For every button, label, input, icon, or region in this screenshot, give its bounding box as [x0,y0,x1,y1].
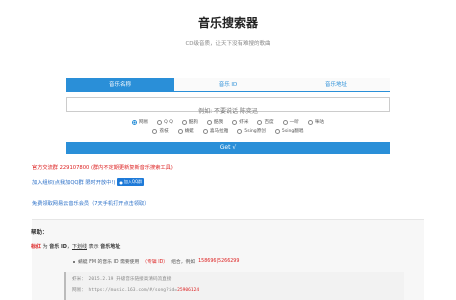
page-title: 音乐搜索器 [197,16,258,30]
search-type-tabs: 音乐名称 音乐 ID 音乐地址 [66,78,390,92]
source-radio-5sing-original[interactable]: 5sing原创 [237,128,266,134]
radio-dot-icon [307,119,313,125]
legend-addr: 音乐地址 [100,244,121,250]
legend-underline-label: 下划线 [71,244,87,250]
radio-dot-icon [207,119,213,125]
code-line-1: 虾米： 2015.2.19 升级音乐链接高清码流直接 [72,277,172,282]
qq-group-line: 加入组织(点我加QQ群 限时开放中!) ● 加入QQ群 [32,178,145,186]
source-radio-migu[interactable]: 咪咕 [307,119,324,125]
source-radio-xiami[interactable]: 虾米 [232,119,248,125]
example-code-block: 虾米： 2015.2.19 升级音乐链接高清码流直接 网易： https://m… [64,272,404,300]
radio-dot-icon [131,119,137,125]
qq-group-button[interactable]: ● 加入QQ群 [117,178,145,186]
radio-dot-icon [177,128,183,134]
bullet-text: 组合，例如 [171,260,196,265]
source-radio-kuwo[interactable]: 酷我 [207,119,223,125]
qq-group-link[interactable]: 加入组织(点我加QQ群 限时开放中!) [32,179,115,186]
source-radio-qingting[interactable]: 蜻蜓 [177,128,194,134]
radio-dot-icon [202,128,208,134]
code-url-id: 25906124 [177,288,200,293]
source-radio-1ting[interactable]: 一听 [282,119,299,125]
tab-music-id[interactable]: 音乐 ID [174,78,282,91]
help-title: 帮助： [31,230,48,236]
page-subtitle: CD级音质，让天下没有难搜的歌曲 [185,41,271,47]
tab-music-url[interactable]: 音乐地址 [282,78,390,91]
search-box [66,97,390,118]
radio-dot-icon [257,119,263,125]
legend-id: 音乐 ID [49,244,67,250]
source-radio-group: 网易 Q Q 酷狗 酷我 虾米 百度 一听 咪咕 荔枝 蜻蜓 喜马拉雅 5sin… [66,118,390,136]
source-radio-qq[interactable]: Q Q [157,119,173,125]
radio-dot-icon [237,128,243,134]
legend-text: 为 [41,244,50,250]
radio-dot-icon [152,128,158,134]
source-row-2: 荔枝 蜻蜓 喜马拉雅 5sing原创 5sing翻唱 [66,127,390,135]
help-legend: 标红 为 音乐 ID，下划线 表示 音乐地址 [31,243,120,250]
code-url-prefix: 网易： https://music.163.com/#/song?id= [72,288,178,293]
bullet-red-example: 158696|5266299 [198,259,240,264]
search-input[interactable] [67,105,389,118]
radio-dot-icon [232,119,238,125]
source-radio-netease[interactable]: 网易 [131,119,148,125]
source-row-1: 网易 Q Q 酷狗 酷我 虾米 百度 一听 咪咕 [66,118,390,126]
code-line-2: 网易： https://music.163.com/#/song?id=2590… [72,283,404,294]
source-radio-ximalaya[interactable]: 喜马拉雅 [202,128,228,134]
bullet-text: 蜻蜓 FM 的音乐 ID 需要使用 [78,260,140,265]
radio-dot-icon [157,119,163,125]
vip-link[interactable]: 免费领取网易云音乐会员（7天手机打开点击领取） [32,200,149,207]
bullet-red-text: （专辑 ID） [142,260,169,265]
source-radio-5sing-cover[interactable]: 5sing翻唱 [274,128,304,134]
group-notice: 官方交流群 229107800 (群内不定期更新复新音乐搜索工具) [32,165,173,171]
legend-red-label: 标红 [31,244,42,250]
radio-dot-icon [274,128,280,134]
source-radio-baidu[interactable]: 百度 [257,119,274,125]
source-radio-lizhi[interactable]: 荔枝 [152,128,169,134]
get-button[interactable]: Get √ [66,142,390,154]
legend-text: 表示 [87,244,101,250]
radio-dot-icon [282,119,288,125]
help-bullet: 蜻蜓 FM 的音乐 ID 需要使用 （专辑 ID） 组合，例如 158696|52… [73,258,239,265]
bullet-dot-icon [73,260,75,263]
source-radio-kugou[interactable]: 酷狗 [181,119,198,125]
tab-music-name[interactable]: 音乐名称 [66,78,174,91]
radio-dot-icon [181,119,187,125]
penguin-icon: ● [119,179,123,185]
